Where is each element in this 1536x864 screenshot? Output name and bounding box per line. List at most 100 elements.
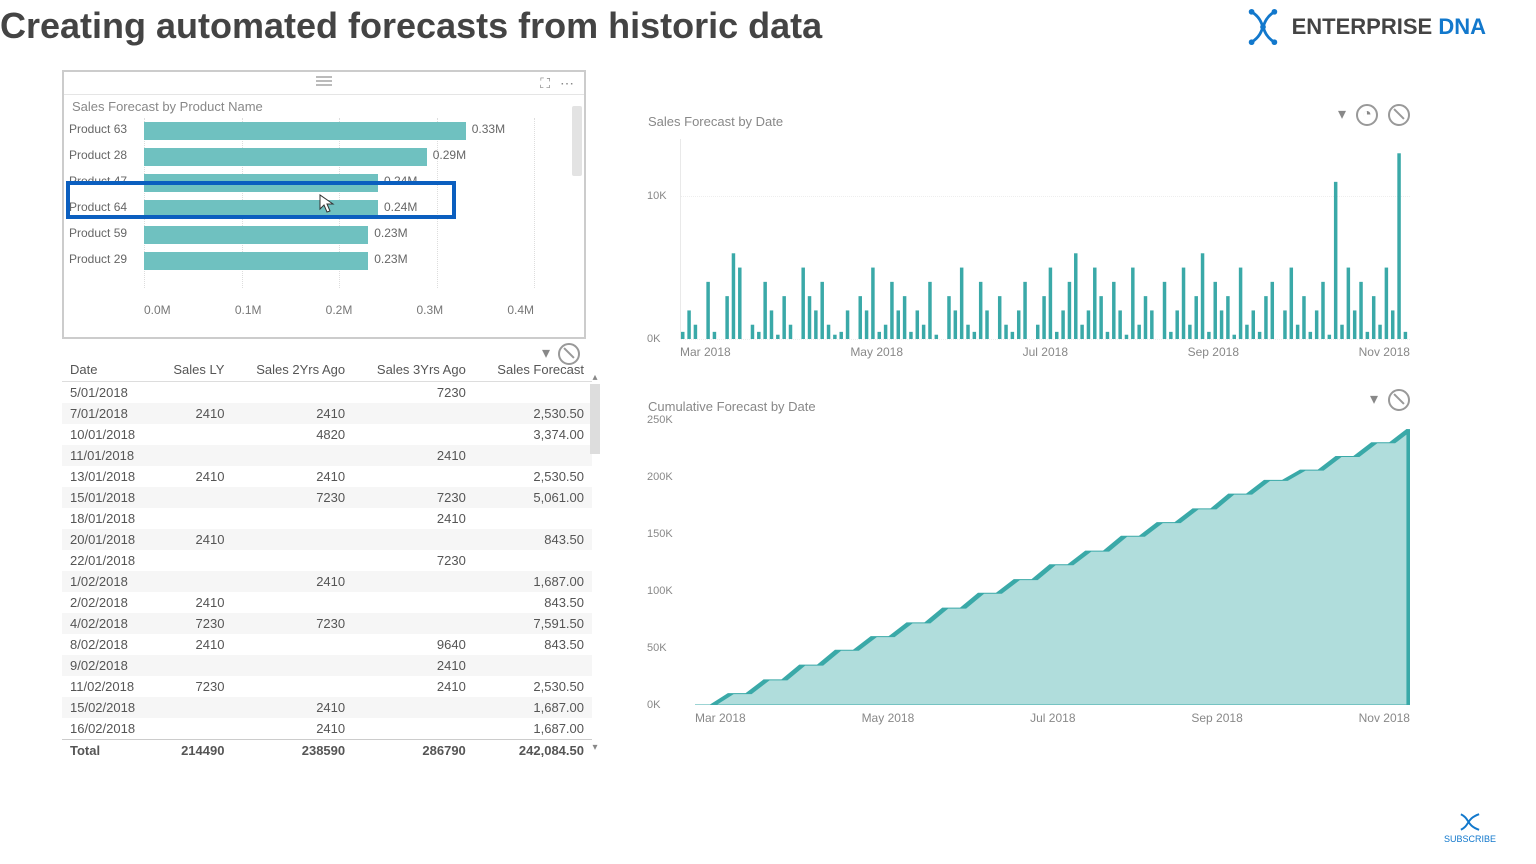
table-cell: 20/01/2018 <box>62 529 155 550</box>
table-footer-cell: 238590 <box>232 740 353 762</box>
table-cell <box>474 655 592 676</box>
bar-category-label: Product 59 <box>69 226 139 240</box>
bar-row[interactable]: Product 290.23M <box>144 248 534 274</box>
table-cell: 16/02/2018 <box>62 718 155 740</box>
table-cell <box>232 529 353 550</box>
table-row[interactable]: 4/02/2018723072307,591.50 <box>62 613 592 634</box>
table-cell: 3,374.00 <box>474 424 592 445</box>
area-plot-area[interactable]: 0K50K100K150K200K250K <box>695 420 1410 705</box>
area-chart-title: Cumulative Forecast by Date <box>640 395 1420 414</box>
table-cell: 1/02/2018 <box>62 571 155 592</box>
dna-small-icon <box>1457 812 1483 832</box>
scrollbar-thumb[interactable] <box>572 106 582 176</box>
visual-line-chart[interactable]: ▾ ◔ Sales Forecast by Date 0K10K Mar 201… <box>640 110 1420 375</box>
table-cell: 2410 <box>155 529 232 550</box>
table-row[interactable]: 11/01/20182410 <box>62 445 592 466</box>
table-cell: 7230 <box>232 613 353 634</box>
bar-row[interactable]: Product 280.29M <box>144 144 534 170</box>
visual-data-table[interactable]: DateSales LYSales 2Yrs AgoSales 3Yrs Ago… <box>62 358 592 768</box>
table-footer-cell: Total <box>62 740 155 762</box>
table-cell <box>155 697 232 718</box>
visual-area-chart[interactable]: ▾ Cumulative Forecast by Date 0K50K100K1… <box>640 395 1420 765</box>
table-cell: 4820 <box>232 424 353 445</box>
table-cell: 7230 <box>353 382 474 404</box>
scrollbar-thumb[interactable] <box>590 384 600 454</box>
filter-icon[interactable]: ▾ <box>1338 104 1346 126</box>
table-header-cell[interactable]: Sales 2Yrs Ago <box>232 358 353 382</box>
table-header-cell[interactable]: Sales LY <box>155 358 232 382</box>
table-row[interactable]: 8/02/201824109640843.50 <box>62 634 592 655</box>
bar-category-label: Product 64 <box>69 200 139 214</box>
table-header-cell[interactable]: Sales Forecast <box>474 358 592 382</box>
table-header-row: DateSales LYSales 2Yrs AgoSales 3Yrs Ago… <box>62 358 592 382</box>
bar-rect[interactable] <box>144 148 427 166</box>
table-cell: 11/01/2018 <box>62 445 155 466</box>
axis-tick: 200K <box>647 471 673 483</box>
bar-value-label: 0.24M <box>384 200 417 214</box>
table-row[interactable]: 18/01/20182410 <box>62 508 592 529</box>
cursor-icon <box>319 194 335 214</box>
axis-tick: May 2018 <box>862 711 915 725</box>
table-cell: 15/01/2018 <box>62 487 155 508</box>
table-row[interactable]: 1/02/201824101,687.00 <box>62 571 592 592</box>
table-row[interactable]: 15/02/201824101,687.00 <box>62 697 592 718</box>
table-row[interactable]: 20/01/20182410843.50 <box>62 529 592 550</box>
scroll-up-icon[interactable]: ▴ <box>590 372 600 382</box>
bar-rect[interactable] <box>144 226 368 244</box>
spotlight-icon[interactable]: ◔ <box>1356 104 1378 126</box>
table-row[interactable]: 15/01/2018723072305,061.00 <box>62 487 592 508</box>
bar-row[interactable]: Product 590.23M <box>144 222 534 248</box>
axis-tick: 0.4M <box>507 303 534 319</box>
table-cell <box>353 592 474 613</box>
bar-row[interactable]: Product 630.33M <box>144 118 534 144</box>
table-cell: 2410 <box>353 676 474 697</box>
axis-tick: Mar 2018 <box>680 345 731 359</box>
table-cell: 7230 <box>155 613 232 634</box>
bar-rect[interactable] <box>144 252 368 270</box>
visual-bar-chart[interactable]: ⛶ ⋯ Sales Forecast by Product Name Produ… <box>62 70 586 339</box>
table-cell: 2410 <box>353 655 474 676</box>
table-row[interactable]: 10/01/201848203,374.00 <box>62 424 592 445</box>
table-cell <box>155 487 232 508</box>
table-cell: 7/01/2018 <box>62 403 155 424</box>
table-cell <box>353 571 474 592</box>
filter-icon[interactable]: ▾ <box>1370 389 1378 411</box>
table-row[interactable]: 22/01/20187230 <box>62 550 592 571</box>
table-row[interactable]: 5/01/2018 7230 <box>62 382 592 404</box>
table-cell: 5/01/2018 <box>62 382 155 404</box>
bar-rect[interactable] <box>144 174 378 192</box>
table-row[interactable]: 13/01/2018241024102,530.50 <box>62 466 592 487</box>
more-options-icon[interactable]: ⋯ <box>560 75 574 92</box>
table-cell: 7230 <box>155 676 232 697</box>
table-cell: 2410 <box>232 466 353 487</box>
line-plot-area[interactable]: 0K10K <box>680 139 1410 339</box>
focus-mode-icon[interactable]: ⛶ <box>540 75 550 92</box>
bar-row[interactable]: Product 470.24M <box>144 170 534 196</box>
axis-tick: 250K <box>647 414 673 426</box>
table-row[interactable]: 2/02/20182410843.50 <box>62 592 592 613</box>
bar-rect[interactable] <box>144 122 466 140</box>
table-header-cell[interactable]: Sales 3Yrs Ago <box>353 358 474 382</box>
table-row[interactable]: 9/02/20182410 <box>62 655 592 676</box>
chart-action-icons: ▾ <box>1370 389 1410 411</box>
bar-value-label: 0.23M <box>374 252 407 266</box>
drag-grip-icon[interactable] <box>316 76 332 86</box>
table-scrollbar[interactable]: ▴ ▾ <box>590 372 600 752</box>
subscribe-badge[interactable]: SUBSCRIBE <box>1444 812 1496 844</box>
table-cell: 2410 <box>155 466 232 487</box>
clear-filter-icon[interactable] <box>1388 389 1410 411</box>
clear-filter-icon[interactable] <box>1388 104 1410 126</box>
table-row[interactable]: 11/02/2018723024102,530.50 <box>62 676 592 697</box>
scroll-down-icon[interactable]: ▾ <box>590 742 600 752</box>
table-cell <box>353 613 474 634</box>
table-cell <box>232 382 353 404</box>
chart-action-icons: ▾ ◔ <box>1338 104 1410 126</box>
bar-rect[interactable] <box>144 200 378 218</box>
brand-text: ENTERPRISE DNA <box>1292 14 1486 40</box>
bar-plot-area[interactable]: Product 630.33MProduct 280.29MProduct 47… <box>144 118 534 288</box>
bar-row[interactable]: Product 640.24M <box>144 196 534 222</box>
visual-header[interactable]: ⛶ ⋯ <box>64 72 584 95</box>
table-header-cell[interactable]: Date <box>62 358 155 382</box>
table-row[interactable]: 16/02/201824101,687.00 <box>62 718 592 740</box>
table-row[interactable]: 7/01/2018241024102,530.50 <box>62 403 592 424</box>
